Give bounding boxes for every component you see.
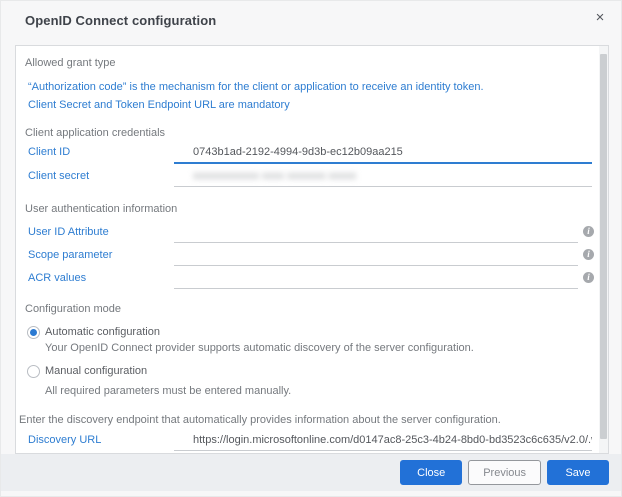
info-icon[interactable]: i [583, 249, 594, 260]
user-id-attribute-label: User ID Attribute [28, 226, 109, 238]
scroll-content: Allowed grant type “Authorization code” … [16, 46, 599, 453]
scrollbar-thumb[interactable] [600, 54, 607, 439]
section-header-allowed-grant-type: Allowed grant type [25, 57, 116, 69]
scope-parameter-input[interactable] [174, 245, 578, 266]
openid-connect-config-dialog: OpenID Connect configuration × Allowed g… [0, 0, 622, 497]
radio-selected-icon [27, 326, 40, 339]
scope-parameter-label: Scope parameter [28, 249, 112, 261]
section-header-configuration-mode: Configuration mode [25, 303, 121, 315]
discovery-url-value: https://login.microsoftonline.com/d0147a… [193, 434, 592, 446]
dialog-title: OpenID Connect configuration [25, 13, 216, 28]
client-id-label: Client ID [28, 146, 70, 158]
discovery-url-input[interactable]: https://login.microsoftonline.com/d0147a… [174, 430, 592, 451]
save-button[interactable]: Save [547, 460, 609, 485]
discovery-url-row: Discovery URL https://login.microsoftonl… [28, 430, 594, 452]
radio-automatic-configuration[interactable]: Automatic configuration [27, 324, 160, 340]
radio-manual-label: Manual configuration [45, 365, 147, 377]
client-secret-input[interactable]: xxxxxxxxxxxx xxxx xxxxxxx xxxxx [174, 166, 592, 187]
discovery-url-label: Discovery URL [28, 434, 101, 446]
client-secret-label: Client secret [28, 170, 89, 182]
radio-automatic-label: Automatic configuration [45, 326, 160, 338]
client-secret-row: Client secret xxxxxxxxxxxx xxxx xxxxxxx … [28, 166, 594, 188]
grant-info-line-1: “Authorization code” is the mechanism fo… [28, 81, 484, 93]
automatic-configuration-description: Your OpenID Connect provider supports au… [45, 342, 474, 354]
client-id-row: Client ID 0743b1ad-2192-4994-9d3b-ec12b0… [28, 142, 594, 164]
previous-button[interactable]: Previous [468, 460, 541, 485]
manual-configuration-description: All required parameters must be entered … [45, 385, 291, 397]
radio-manual-configuration[interactable]: Manual configuration [27, 363, 147, 379]
client-secret-redacted-value: xxxxxxxxxxxx xxxx xxxxxxx xxxxx [193, 170, 356, 182]
client-id-input[interactable]: 0743b1ad-2192-4994-9d3b-ec12b09aa215 [174, 142, 592, 164]
user-id-attribute-input[interactable] [174, 222, 578, 243]
close-icon[interactable]: × [590, 8, 610, 28]
user-id-attribute-row: User ID Attribute i [28, 222, 594, 244]
vertical-scrollbar[interactable] [599, 46, 608, 453]
radio-unselected-icon [27, 365, 40, 378]
grant-info-line-2: Client Secret and Token Endpoint URL are… [28, 99, 290, 111]
info-icon[interactable]: i [583, 272, 594, 283]
close-button[interactable]: Close [400, 460, 462, 485]
discovery-intro-text: Enter the discovery endpoint that automa… [19, 414, 501, 426]
acr-values-input[interactable] [174, 268, 578, 289]
acr-values-label: ACR values [28, 272, 86, 284]
scope-parameter-row: Scope parameter i [28, 245, 594, 267]
info-icon[interactable]: i [583, 226, 594, 237]
client-id-value: 0743b1ad-2192-4994-9d3b-ec12b09aa215 [193, 146, 403, 158]
section-header-client-credentials: Client application credentials [25, 127, 165, 139]
dialog-body: Allowed grant type “Authorization code” … [15, 45, 609, 454]
dialog-footer: Close Previous Save [1, 454, 622, 491]
acr-values-row: ACR values i [28, 268, 594, 290]
section-header-user-auth: User authentication information [25, 203, 177, 215]
